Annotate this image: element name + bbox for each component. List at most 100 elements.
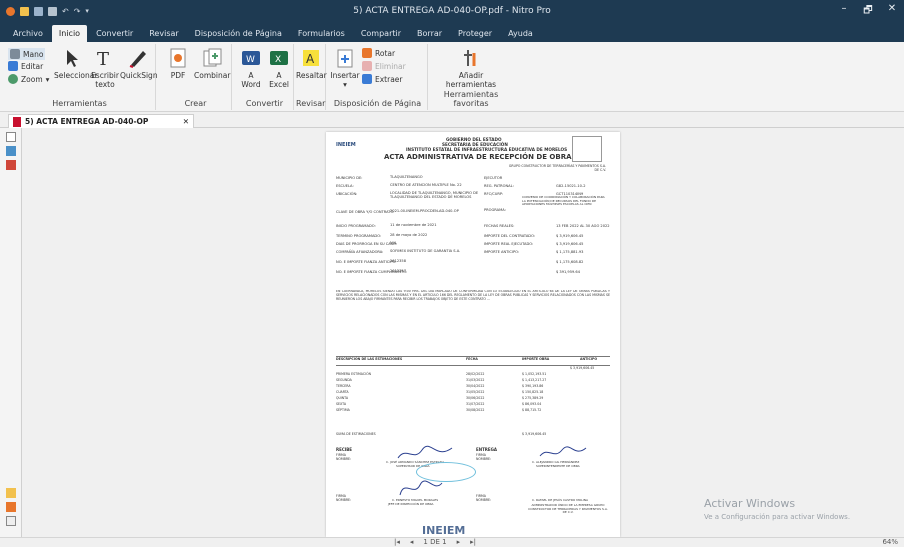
combinar-button[interactable]: Combinar	[194, 47, 230, 80]
right-field-label: PROGRAMA:	[484, 208, 506, 212]
right-field-label: EJECUTOR	[484, 176, 503, 180]
open-icon[interactable]	[20, 6, 29, 16]
comments-panel-icon[interactable]	[6, 488, 16, 498]
tab-archivo[interactable]: Archivo	[6, 25, 50, 42]
prev-page-icon[interactable]: ◂	[410, 538, 414, 546]
document-canvas[interactable]: INEIEM GOBIERNO DEL ESTADO SECRETARIA DE…	[22, 128, 904, 537]
rotate-icon	[362, 48, 372, 58]
output-panel-icon[interactable]	[6, 516, 16, 526]
windows-activation-watermark: Activar Windows Ve a Configuración para …	[704, 497, 850, 521]
group-herramientas: Mano Editar Zoom ▾ Seleccionar T Escribir…	[4, 44, 158, 110]
zoom-icon	[8, 74, 18, 84]
right-field-value: CONVENIO DE COORDINACIÓN Y COLABORACIÓN …	[522, 195, 605, 207]
nombre-label-2: NOMBRE:	[476, 457, 492, 461]
tab-disposicion[interactable]: Disposición de Página	[188, 25, 289, 42]
anadir-herramientas-button[interactable]: Añadir herramientas	[438, 47, 504, 89]
zoom-level[interactable]: 64%	[882, 538, 898, 546]
right-field-value: $ 3,919,606.45	[556, 234, 584, 238]
field-value: CENTRO DE ATENCION MULTIPLE No. 22	[390, 183, 462, 187]
th-importe: IMPORTE OBRA	[522, 357, 550, 361]
ineiem-logo: INEIEM	[336, 142, 356, 148]
redo-icon[interactable]: ↷	[74, 7, 81, 16]
close-tab-icon[interactable]: ✕	[183, 117, 189, 126]
nombre-label-4: NOMBRE:	[476, 498, 492, 502]
table-cell-fecha: 30/04/2022	[466, 384, 485, 388]
tab-revisar[interactable]: Revisar	[142, 25, 185, 42]
field-label: UBICACIÓN:	[336, 192, 358, 196]
close-button[interactable]: ✕	[880, 3, 904, 20]
rotar-button[interactable]: Rotar	[362, 48, 395, 58]
window-title: 5) ACTA ENTREGA AD-040-OP.pdf - Nitro Pr…	[353, 6, 551, 16]
last-page-icon[interactable]: ▸|	[470, 538, 476, 546]
group-label-favoritas: Herramientas favoritas	[443, 90, 499, 108]
escribir-texto-button[interactable]: T Escribir texto	[88, 47, 122, 89]
svg-text:W: W	[246, 55, 255, 65]
field-value: TLAQUILTENANGO	[390, 175, 423, 179]
watermark-line-2: Ve a Configuración para activar Windows.	[704, 513, 851, 521]
field-value: LOCALIDAD DE TLAQUILTENANGO, MUNICIPIO D…	[390, 191, 479, 199]
extraer-button[interactable]: Extraer	[362, 74, 403, 84]
pages-panel-icon[interactable]	[6, 132, 16, 142]
document-tab[interactable]: 5) ACTA ENTREGA AD-040-OP ✕	[8, 114, 194, 128]
title-bar: ↶ ↷ ▾ 5) ACTA ENTREGA AD-040-OP.pdf - Ni…	[0, 0, 904, 22]
insertar-button[interactable]: Insertar ▾	[330, 47, 360, 89]
bookmarks-panel-icon[interactable]	[6, 146, 16, 156]
mano-button[interactable]: Mano	[8, 48, 46, 60]
right-field-label: FECHAS REALES:	[484, 224, 515, 228]
recibe-label: RECIBE	[336, 447, 353, 452]
coat-of-arms	[572, 136, 602, 162]
group-crear: PDF Combinar Crear	[160, 44, 232, 110]
field-value: 2612357	[390, 269, 407, 273]
right-field-label: REG. PATRONAL:	[484, 184, 514, 188]
status-bar: |◂ ◂ 1 DE 1 ▸ ▸| 64%	[0, 537, 904, 547]
customize-toolbar-icon[interactable]: ▾	[85, 7, 89, 16]
tab-compartir[interactable]: Compartir	[354, 25, 408, 42]
a-excel-button[interactable]: X A Excel	[266, 47, 292, 89]
attachments-panel-icon[interactable]	[6, 160, 16, 170]
a-word-button[interactable]: W A Word	[238, 47, 264, 89]
group-label-revisar: Revisar	[296, 99, 326, 108]
tab-convertir[interactable]: Convertir	[89, 25, 140, 42]
zoom-button[interactable]: Zoom ▾	[8, 74, 49, 84]
pdf-button[interactable]: PDF	[162, 47, 194, 80]
suma-label: SUMA DE ESTIMACIONES	[336, 432, 376, 436]
tab-formularios[interactable]: Formularios	[291, 25, 352, 42]
first-page-icon[interactable]: |◂	[394, 538, 400, 546]
restore-button[interactable]: 🗗	[856, 3, 880, 20]
quicksign-button[interactable]: QuickSign	[120, 47, 158, 80]
table-cell-desc: SEXTA	[336, 402, 347, 406]
page-indicator[interactable]: 1 DE 1	[423, 538, 446, 546]
field-value: 11 de noviembre de 2021	[390, 223, 437, 227]
field-label: DIAS DE PRORROGA EN SU CASO:	[336, 242, 397, 246]
table-cell-importe: $ 275,389.29	[522, 396, 544, 400]
field-label: NO. E IMPORTE FIANZA ANTICIPO:	[336, 260, 397, 264]
create-pdf-icon	[170, 48, 186, 68]
seleccionar-button[interactable]: Seleccionar	[54, 47, 97, 80]
field-value: 2021-00-INEIEM-PROCDEN-AD-040-OP	[390, 209, 459, 213]
ribbon-tabs: Archivo Inicio Convertir Revisar Disposi…	[0, 22, 904, 42]
right-field-label: IMPORTE REAL EJECUTADO:	[484, 242, 534, 246]
tab-ayuda[interactable]: Ayuda	[501, 25, 540, 42]
right-field-label: IMPORTE DEL CONTRATADO:	[484, 234, 536, 238]
field-value: 2612358	[390, 259, 407, 263]
signatures-panel-icon[interactable]	[6, 502, 16, 512]
tab-borrar[interactable]: Borrar	[410, 25, 449, 42]
group-favoritas: Añadir herramientas Herramientas favorit…	[430, 44, 512, 110]
print-icon[interactable]	[48, 6, 57, 16]
undo-icon[interactable]: ↶	[62, 7, 69, 16]
field-label: MUNICIPIO DE:	[336, 176, 363, 180]
next-page-icon[interactable]: ▸	[457, 538, 461, 546]
watermark-line-1: Activar Windows	[704, 497, 796, 510]
tab-inicio[interactable]: Inicio	[51, 25, 88, 42]
table-cell-importe: $ 1,413,217.27	[522, 378, 547, 382]
minimize-button[interactable]: –	[832, 3, 856, 20]
editar-button[interactable]: Editar	[8, 61, 43, 71]
eliminar-button[interactable]: Eliminar	[362, 61, 406, 71]
resaltar-button[interactable]: A Resaltar	[296, 47, 327, 80]
save-icon[interactable]	[34, 6, 43, 16]
ribbon: Mano Editar Zoom ▾ Seleccionar T Escribir…	[0, 42, 904, 112]
svg-text:X: X	[275, 55, 281, 65]
table-cell-desc: CUARTA	[336, 390, 349, 394]
tab-proteger[interactable]: Proteger	[451, 25, 499, 42]
table-cell-importe: $ 390,193.86	[522, 384, 544, 388]
